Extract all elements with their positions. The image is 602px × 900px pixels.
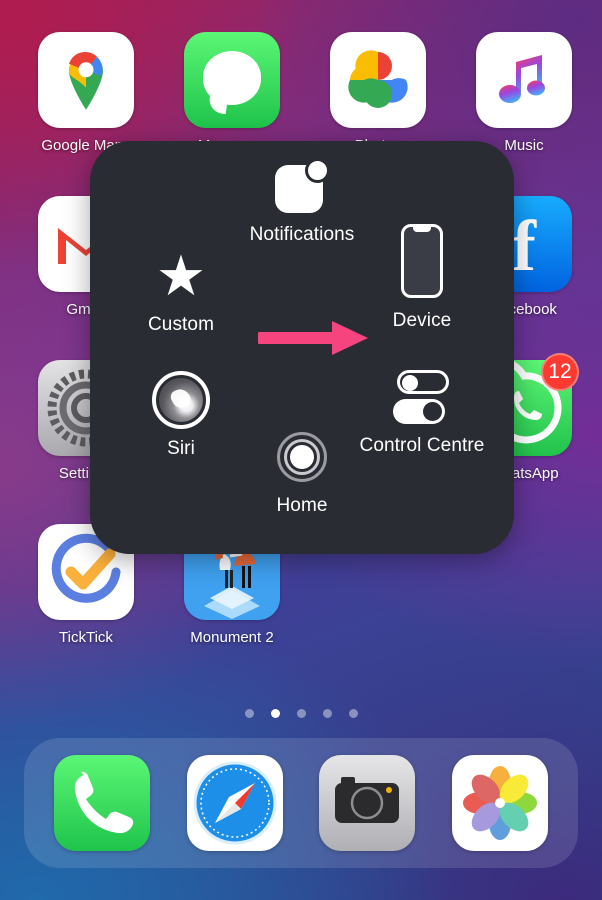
dock <box>24 738 578 868</box>
music-note-icon <box>499 55 545 103</box>
assistive-item-control-centre[interactable]: Control Centre <box>347 366 497 457</box>
pinwheel-icon <box>348 50 408 108</box>
status-badge: 12 <box>541 353 579 391</box>
icon-wrap <box>184 32 280 128</box>
speech-bubble-icon <box>203 51 261 106</box>
google-photos-icon[interactable] <box>330 32 426 128</box>
camera-icon[interactable] <box>319 755 416 851</box>
page-dot-2-active[interactable] <box>270 709 280 718</box>
color-flower-icon <box>462 766 537 840</box>
notification-square-icon <box>227 155 377 217</box>
icon-wrap <box>330 32 426 128</box>
google-maps-pin-icon <box>69 51 103 110</box>
assistive-item-label: Home <box>276 495 328 516</box>
app-label: TickTick <box>59 629 113 646</box>
page-dot-3[interactable] <box>296 709 306 718</box>
page-dot-5[interactable] <box>348 709 358 718</box>
assistive-item-device[interactable]: Device <box>347 219 497 332</box>
assistive-item-label: Custom <box>147 314 215 335</box>
phone-handset-icon <box>75 771 134 834</box>
phone-icon[interactable] <box>54 755 151 851</box>
apple-music-icon[interactable] <box>476 32 572 128</box>
page-dot-4[interactable] <box>322 709 332 718</box>
app-label: Monument 2 <box>190 629 274 646</box>
icon-wrap <box>38 32 134 128</box>
page-dot-1[interactable] <box>244 709 254 718</box>
icon-wrap <box>476 32 572 128</box>
apple-photos-icon[interactable] <box>451 755 548 851</box>
google-maps-icon[interactable] <box>38 32 134 128</box>
messages-icon[interactable] <box>184 32 280 128</box>
camera-body-icon <box>335 777 400 823</box>
app-cell-google-maps[interactable]: Google Maps <box>21 32 151 154</box>
facebook-f-icon: f <box>512 205 536 286</box>
app-cell-messages[interactable]: Messages <box>167 32 297 154</box>
siri-orb-icon <box>106 369 256 431</box>
app-cell-google-photos[interactable]: Photos <box>313 32 443 154</box>
assistive-item-custom[interactable]: ★ Custom <box>106 245 256 336</box>
assistive-item-label: Control Centre <box>359 435 485 456</box>
dock-row <box>24 738 578 868</box>
app-cell-music[interactable]: Music <box>459 32 589 154</box>
toggles-icon <box>347 366 497 428</box>
compass-icon <box>193 761 277 845</box>
device-phone-icon <box>347 219 497 303</box>
page-dots[interactable] <box>0 709 602 718</box>
safari-compass-icon[interactable] <box>186 755 283 851</box>
star-icon: ★ <box>155 244 207 307</box>
pink-arrow <box>258 321 368 355</box>
iphone-home-screen: Google Maps Messages <box>0 0 602 900</box>
